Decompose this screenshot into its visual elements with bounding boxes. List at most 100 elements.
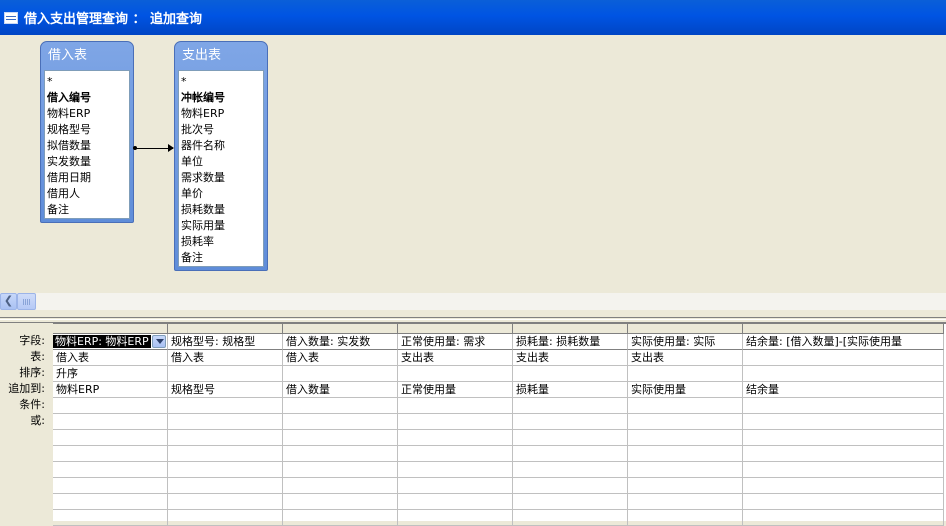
grid-cell-empty[interactable] [53,430,168,446]
grid-cell-empty[interactable] [628,446,743,462]
scroll-left-arrow-icon[interactable]: ❮ [0,293,17,310]
grid-cell-empty[interactable] [283,446,398,462]
grid-cell-table[interactable] [743,350,944,366]
grid-cell-empty[interactable] [398,510,513,526]
grid-cell-append-to[interactable]: 结余量 [743,382,944,398]
grid-cell-empty[interactable] [513,430,628,446]
grid-cell-empty[interactable] [398,446,513,462]
dropdown-arrow-icon[interactable] [152,335,166,348]
column-selector[interactable] [743,324,944,334]
table-field-item[interactable]: 备注 [181,250,263,266]
column-selector[interactable] [168,324,283,334]
grid-cell-table[interactable]: 支出表 [513,350,628,366]
grid-cell-empty[interactable] [168,398,283,414]
grid-cell-empty[interactable] [743,430,944,446]
table-field-item[interactable]: * [181,74,263,90]
grid-cell-empty[interactable] [628,398,743,414]
table-field-item[interactable]: 借入编号 [47,90,129,106]
grid-cell-empty[interactable] [743,462,944,478]
table-field-item[interactable]: * [47,74,129,90]
table-box-title[interactable]: 支出表 [178,42,264,70]
horizontal-scrollbar[interactable]: ❮ [0,293,946,310]
grid-cell-sort[interactable] [743,366,944,382]
grid-cell-empty[interactable] [168,462,283,478]
grid-cell-empty[interactable] [168,510,283,526]
column-selector[interactable] [513,324,628,334]
grid-cell-empty[interactable] [628,430,743,446]
grid-cell-empty[interactable] [53,510,168,526]
grid-cell-append-to[interactable]: 物料ERP [53,382,168,398]
grid-cell-sort[interactable] [168,366,283,382]
grid-cell-empty[interactable] [53,446,168,462]
grid-cell-empty[interactable] [743,494,944,510]
join-line[interactable] [133,144,174,152]
grid-cell-sort[interactable] [398,366,513,382]
grid-cell-field[interactable]: 正常使用量: 需求 [398,334,513,350]
grid-cell-empty[interactable] [513,398,628,414]
scroll-thumb[interactable] [17,293,36,310]
table-field-item[interactable]: 备注 [47,202,129,218]
table-box-title[interactable]: 借入表 [44,42,130,70]
grid-cell-sort[interactable] [283,366,398,382]
table-field-item[interactable]: 借用人 [47,186,129,202]
grid-cell-empty[interactable] [743,478,944,494]
grid-cell-empty[interactable] [513,478,628,494]
grid-cell-empty[interactable] [743,446,944,462]
grid-cell-append-to[interactable]: 正常使用量 [398,382,513,398]
grid-cell-table[interactable]: 借入表 [168,350,283,366]
grid-cell-empty[interactable] [628,494,743,510]
grid-cell-empty[interactable] [628,414,743,430]
query-design-area[interactable]: 借入表 * 借入编号 物料ERP 规格型号 拟借数量 实发数量 借用日期 借用人 备注 支出表 … [0,35,946,293]
grid-cell-append-to[interactable]: 规格型号 [168,382,283,398]
table-field-list[interactable]: * 借入编号 物料ERP 规格型号 拟借数量 实发数量 借用日期 借用人 备注 [44,70,130,219]
grid-cell-empty[interactable] [53,478,168,494]
table-box-expense[interactable]: 支出表 * 冲帐编号 物料ERP 批次号 器件名称 单位 需求数量 单价 损耗数量 实际用量 损耗率… [174,41,268,271]
grid-cell-table[interactable]: 支出表 [628,350,743,366]
column-selector[interactable] [628,324,743,334]
column-selector[interactable] [53,324,168,334]
grid-cell-sort[interactable] [628,366,743,382]
table-field-item[interactable]: 借用日期 [47,170,129,186]
grid-cell-sort[interactable] [513,366,628,382]
grid-cell-empty[interactable] [513,414,628,430]
grid-cell-field[interactable]: 损耗量: 损耗数量 [513,334,628,350]
grid-cell-empty[interactable] [168,430,283,446]
grid-cell-empty[interactable] [168,478,283,494]
grid-cell-empty[interactable] [398,478,513,494]
column-selector[interactable] [398,324,513,334]
grid-cell-table[interactable]: 借入表 [283,350,398,366]
grid-cell-empty[interactable] [513,510,628,526]
table-box-borrow[interactable]: 借入表 * 借入编号 物料ERP 规格型号 拟借数量 实发数量 借用日期 借用人 备注 [40,41,134,223]
grid-cell-empty[interactable] [168,494,283,510]
grid-cell-empty[interactable] [628,478,743,494]
table-field-item[interactable]: 物料ERP [181,106,263,122]
grid-cell-empty[interactable] [53,462,168,478]
grid-cell-field[interactable]: 借入数量: 实发数 [283,334,398,350]
grid-cell-empty[interactable] [398,462,513,478]
pane-splitter[interactable] [0,310,946,323]
design-grid[interactable]: 物料ERP: 物料ERP 借入表 升序 物料ERP 规格型号: 规格型 借入表 规格型号 借入… [53,323,946,526]
table-field-item[interactable]: 单价 [181,186,263,202]
table-field-item[interactable]: 物料ERP [47,106,129,122]
table-field-item[interactable]: 批次号 [181,122,263,138]
table-field-item[interactable]: 器件名称 [181,138,263,154]
grid-cell-empty[interactable] [53,494,168,510]
table-field-item[interactable]: 损耗数量 [181,202,263,218]
grid-cell-field[interactable]: 实际使用量: 实际 [628,334,743,350]
grid-cell-table[interactable]: 借入表 [53,350,168,366]
table-field-item[interactable]: 规格型号 [47,122,129,138]
grid-cell-empty[interactable] [283,414,398,430]
table-field-item[interactable]: 实发数量 [47,154,129,170]
grid-cell-empty[interactable] [398,414,513,430]
grid-cell-table[interactable]: 支出表 [398,350,513,366]
grid-cell-empty[interactable] [168,414,283,430]
grid-cell-empty[interactable] [398,398,513,414]
grid-cell-empty[interactable] [628,510,743,526]
table-field-item[interactable]: 冲帐编号 [181,90,263,106]
grid-cell-empty[interactable] [283,478,398,494]
table-field-item[interactable]: 拟借数量 [47,138,129,154]
selected-field-text[interactable]: 物料ERP: 物料ERP [53,335,151,348]
table-field-item[interactable]: 需求数量 [181,170,263,186]
grid-cell-empty[interactable] [743,398,944,414]
grid-cell-empty[interactable] [743,510,944,526]
